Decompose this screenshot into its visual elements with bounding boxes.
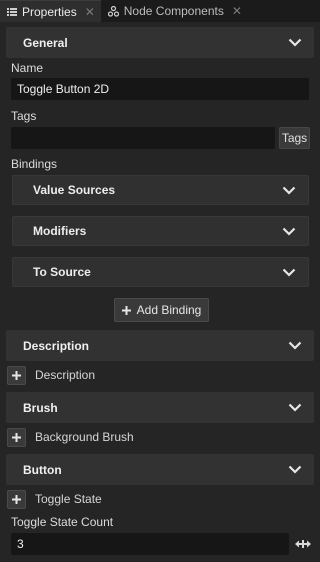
plus-icon [12,495,21,504]
description-row-label: Description [35,368,96,382]
list-icon [7,7,17,17]
tab-bar: Properties ✕ Node Components ✕ [0,0,320,22]
plus-icon [121,305,131,315]
close-icon[interactable]: ✕ [232,4,242,18]
binding-header-value-sources[interactable]: Value Sources [12,175,309,205]
add-binding-label: Add Binding [136,303,202,317]
name-input[interactable]: Toggle Button 2D [11,78,309,100]
toggle-state-count-label: Toggle State Count [11,515,114,529]
chevron-down-icon [288,38,302,47]
section-header-button[interactable]: Button [6,454,314,485]
section-header-description[interactable]: Description [6,330,314,361]
chevron-down-icon [282,227,296,236]
tags-button[interactable]: Tags [279,127,310,149]
tab-label: Properties [22,4,77,19]
tab-node-components[interactable]: Node Components ✕ [101,0,248,22]
name-label: Name [11,61,44,75]
section-header-general[interactable]: General [6,27,314,58]
chevron-down-icon [288,341,302,350]
close-icon[interactable]: ✕ [85,5,95,19]
section-title: Description [23,338,90,353]
bindings-label: Bindings [11,157,58,171]
tab-properties[interactable]: Properties ✕ [0,0,101,22]
section-title: Button [23,462,62,477]
plus-icon [12,433,21,442]
section-title: Brush [23,400,58,415]
drag-adjust-icon[interactable] [294,539,312,549]
section-header-brush[interactable]: Brush [6,392,314,423]
add-description-button[interactable] [7,366,26,385]
tags-input[interactable] [11,127,275,149]
add-binding-button[interactable]: Add Binding [114,298,209,322]
tab-label: Node Components [123,4,224,18]
toggle-state-row-label: Toggle State [35,492,102,506]
binding-title: Modifiers [33,224,87,238]
chevron-down-icon [282,268,296,277]
binding-title: Value Sources [33,183,116,197]
add-toggle-state-button[interactable] [7,490,26,509]
binding-header-to-source[interactable]: To Source [12,257,309,287]
tags-label: Tags [11,109,37,123]
plus-icon [12,371,21,380]
binding-header-modifiers[interactable]: Modifiers [12,216,309,246]
chevron-down-icon [288,465,302,474]
section-title: General [23,35,68,50]
chevron-down-icon [288,403,302,412]
chevron-down-icon [282,186,296,195]
toggle-state-count-input[interactable]: 3 [11,533,289,555]
add-background-brush-button[interactable] [7,428,26,447]
components-icon [107,5,119,17]
background-brush-row-label: Background Brush [35,430,134,444]
binding-title: To Source [33,265,91,279]
